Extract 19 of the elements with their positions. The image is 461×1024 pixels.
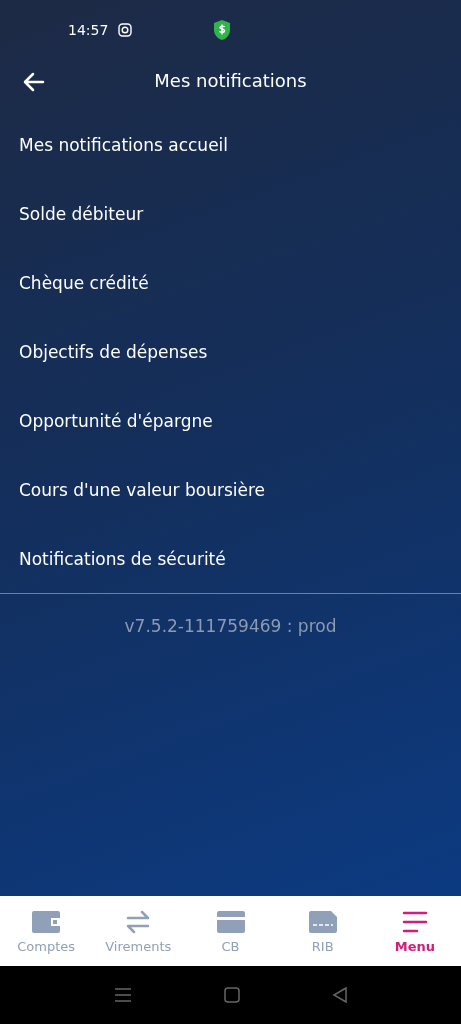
notification-menu-item[interactable]: Mes notifications accueil	[0, 110, 461, 179]
notification-menu-item[interactable]: Chèque crédité	[0, 248, 461, 317]
shield-icon	[212, 19, 233, 41]
home-icon[interactable]	[223, 987, 240, 1003]
notification-menu-item[interactable]: Objectifs de dépenses	[0, 317, 461, 386]
back-icon[interactable]	[331, 987, 348, 1003]
recent-apps-icon[interactable]	[113, 987, 132, 1003]
document-icon	[307, 908, 338, 935]
version-text: v7.5.2-111759469 : prod	[123, 616, 338, 636]
notification-menu-item[interactable]: Notifications de sécurité	[0, 524, 461, 593]
screen-title: Mes notifications	[154, 69, 307, 91]
status-time: 14:57	[68, 22, 109, 38]
notification-menu-item[interactable]: Opportunité d'épargne	[0, 386, 461, 455]
nav-tab[interactable]: Menu	[368, 896, 461, 966]
wallet-icon	[31, 908, 62, 935]
card-icon	[215, 908, 246, 935]
notification-menu-item[interactable]: Cours d'une valeur boursière	[0, 455, 461, 524]
camera-icon	[118, 23, 133, 37]
notification-menu-item[interactable]: Solde débiteur	[0, 179, 461, 248]
